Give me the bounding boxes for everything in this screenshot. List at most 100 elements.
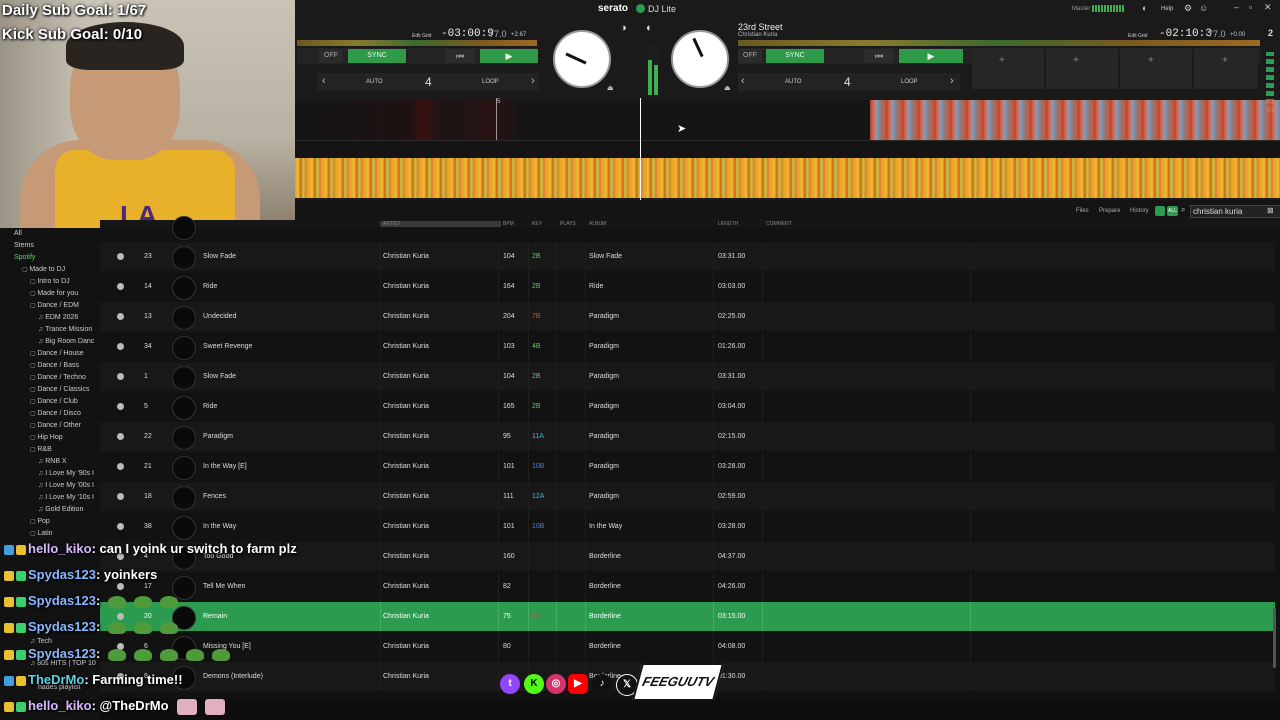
sidebar-item-80s-hits[interactable]: 80s HITS | TOP 10 bbox=[30, 660, 96, 667]
deck-right-off-button[interactable]: OFF bbox=[738, 49, 762, 63]
deck-left-overview[interactable] bbox=[297, 40, 537, 46]
table-row[interactable]: 38 In the Way Christian Kuria 101 10B In the … bbox=[100, 512, 1275, 541]
all-filter-button[interactable]: ALL bbox=[1167, 206, 1178, 216]
deck-left-eject-icon[interactable]: ⏏ bbox=[607, 84, 614, 92]
deck-right-play-button[interactable]: ▶ bbox=[899, 49, 963, 63]
track-key: 12A bbox=[532, 493, 545, 500]
waveform-deck-right[interactable] bbox=[295, 158, 1280, 198]
sidebar-item-dance-edm[interactable]: Dance / EDM bbox=[30, 302, 79, 309]
help-menu[interactable]: Help bbox=[1161, 6, 1173, 12]
deck-right-edit-grid[interactable]: Edit Grid bbox=[1128, 33, 1147, 39]
deck-right-loop-next-icon[interactable]: › bbox=[950, 75, 954, 87]
deck-left-loop[interactable]: LOOP bbox=[482, 79, 499, 85]
deck-right-auto[interactable]: AUTO bbox=[785, 79, 802, 85]
waveform-deck-right-upper[interactable] bbox=[870, 100, 1280, 140]
sidebar-item-all[interactable]: All bbox=[14, 230, 22, 237]
col-plays[interactable]: PLAYS bbox=[560, 221, 576, 227]
sidebar-item-00s[interactable]: I Love My '00s I bbox=[38, 482, 94, 489]
prepare-button[interactable]: Prepare bbox=[1099, 208, 1120, 214]
deck-right-loop-prev-icon[interactable]: ‹ bbox=[741, 75, 745, 87]
sidebar-item-made-to-dj[interactable]: Made to DJ bbox=[22, 266, 65, 273]
minimize-icon[interactable]: – bbox=[1234, 2, 1239, 12]
sidebar-item-dance-house[interactable]: Dance / House bbox=[30, 350, 83, 357]
hotcue-add-icon-1[interactable]: + bbox=[999, 55, 1005, 66]
sidebar-item-90s[interactable]: I Love My '90s I bbox=[38, 470, 94, 477]
chat-text: : yoinkers bbox=[95, 567, 158, 582]
col-comment[interactable]: COMMENT bbox=[766, 221, 792, 227]
table-row[interactable]: 22 Paradigm Christian Kuria 95 11A Paradigm 02… bbox=[100, 422, 1275, 451]
close-icon[interactable]: ✕ bbox=[1264, 2, 1272, 13]
sidebar-item-big-room[interactable]: Big Room Danc bbox=[38, 338, 94, 345]
sidebar-item-dance-other[interactable]: Dance / Other bbox=[30, 422, 81, 429]
sidebar-item-latin[interactable]: Latin bbox=[30, 530, 52, 537]
table-row[interactable]: 6 Missing You [E] Christian Kuria 80 Borderl… bbox=[100, 632, 1275, 661]
waveform-deck-left[interactable] bbox=[295, 100, 870, 140]
clear-search-icon[interactable]: ⊠ bbox=[1267, 206, 1274, 215]
col-length[interactable]: LENGTH bbox=[718, 221, 738, 227]
table-row[interactable]: 17 Tell Me When Christian Kuria 82 Borderlin… bbox=[100, 572, 1275, 601]
deck-left-loop-next-icon[interactable]: › bbox=[531, 75, 535, 87]
sidebar-item-trance-mission[interactable]: Trance Mission bbox=[38, 326, 92, 333]
sidebar-item-dance-disco[interactable]: Dance / Disco bbox=[30, 410, 81, 417]
sidebar-item-spotify[interactable]: Spotify bbox=[14, 254, 35, 261]
deck-right-platter[interactable] bbox=[671, 30, 729, 88]
sidebar-item-stems[interactable]: Stems bbox=[14, 242, 34, 249]
hotcue-add-icon-3[interactable]: + bbox=[1148, 55, 1154, 66]
hotcue-add-icon-2[interactable]: + bbox=[1073, 55, 1079, 66]
col-album[interactable]: ALBUM bbox=[589, 221, 606, 227]
sidebar-item-hip-hop[interactable]: Hip Hop bbox=[30, 434, 62, 441]
sidebar-item-rnb-x[interactable]: RNB X bbox=[38, 458, 66, 465]
sidebar-item-gold-edition[interactable]: Gold Edition bbox=[38, 506, 83, 513]
table-row[interactable]: 1 Slow Fade Christian Kuria 104 2B Paradigm 03… bbox=[100, 362, 1275, 391]
table-row-partial[interactable] bbox=[100, 216, 1275, 242]
sidebar-item-dance-classics[interactable]: Dance / Classics bbox=[30, 386, 89, 393]
table-scrollbar[interactable] bbox=[1273, 608, 1276, 668]
deck-right-overview[interactable] bbox=[738, 40, 1260, 46]
table-row[interactable]: 13 Undecided Christian Kuria 204 7B Paradigm 0… bbox=[100, 302, 1275, 331]
sidebar-item-made-for-you[interactable]: Made for you bbox=[30, 290, 78, 297]
deck-left-edit-grid[interactable]: Edit Grid bbox=[412, 33, 431, 39]
hotcue-add-icon-4[interactable]: + bbox=[1222, 55, 1228, 66]
track-length: 03:15.00 bbox=[718, 613, 746, 620]
deck-left-sync-button[interactable]: SYNC bbox=[348, 49, 406, 63]
col-bpm[interactable]: BPM bbox=[503, 221, 514, 227]
col-key[interactable]: KEY bbox=[532, 221, 542, 227]
power-icon[interactable]: ◐ bbox=[1142, 3, 1147, 13]
table-row[interactable]: 34 Sweet Revenge Christian Kuria 103 4B Parad… bbox=[100, 332, 1275, 361]
history-button[interactable]: History bbox=[1130, 208, 1149, 214]
deck-right-loop[interactable]: LOOP bbox=[901, 79, 918, 85]
deck-right-eject-icon[interactable]: ⏏ bbox=[724, 84, 731, 92]
deck-right-cue-button[interactable]: ⏮ bbox=[864, 49, 894, 63]
table-row[interactable]: 14 Ride Christian Kuria 164 2B Ride 03:03.00 bbox=[100, 272, 1275, 301]
table-row[interactable]: 5 Ride Christian Kuria 165 2B Paradigm 03:04.0… bbox=[100, 392, 1275, 421]
sidebar-item-dance-bass[interactable]: Dance / Bass bbox=[30, 362, 79, 369]
deck-left-loop-prev-icon[interactable]: ‹ bbox=[322, 75, 326, 87]
deck-left-sync-icon[interactable]: ◑ bbox=[620, 22, 627, 34]
sidebar-item-pop[interactable]: Pop bbox=[30, 518, 49, 525]
deck-right-sync-button[interactable]: SYNC bbox=[766, 49, 824, 63]
table-row[interactable]: 23 Slow Fade Christian Kuria 104 2B Slow Fade… bbox=[100, 242, 1275, 271]
sidebar-item-intro-to-dj[interactable]: Intro to DJ bbox=[30, 278, 69, 285]
deck-left-play-button[interactable]: ▶ bbox=[480, 49, 538, 63]
deck-left-off-button[interactable]: OFF bbox=[319, 49, 343, 63]
table-row[interactable]: 21 In the Way [E] Christian Kuria 101 10B Par… bbox=[100, 452, 1275, 481]
sidebar-item-rnb[interactable]: R&B bbox=[30, 446, 51, 453]
spotify-filter-icon[interactable] bbox=[1155, 206, 1165, 216]
deck-left-auto[interactable]: AUTO bbox=[366, 79, 383, 85]
gear-icon[interactable]: ⚙ bbox=[1184, 3, 1192, 14]
sidebar-item-dance-techno[interactable]: Dance / Techno bbox=[30, 374, 86, 381]
files-button[interactable]: Files bbox=[1076, 208, 1089, 214]
table-row[interactable]: 20 Remain Christian Kuria 75 8A Borderline 03:… bbox=[100, 602, 1275, 631]
album-art bbox=[172, 516, 196, 540]
col-artist[interactable]: ARTIST bbox=[380, 221, 501, 227]
table-row[interactable]: 18 Fences Christian Kuria 111 12A Paradigm 02:… bbox=[100, 482, 1275, 511]
deck-right-hotcue-pads[interactable] bbox=[972, 49, 1258, 89]
maximize-icon[interactable]: ▫ bbox=[1249, 2, 1252, 12]
sidebar-item-dance-club[interactable]: Dance / Club bbox=[30, 398, 77, 405]
deck-left-cue-button[interactable]: ⏮ bbox=[445, 49, 475, 63]
user-icon[interactable]: ☺ bbox=[1199, 3, 1208, 13]
sidebar-item-10s[interactable]: I Love My '10s I bbox=[38, 494, 94, 501]
deck-right-sync-icon[interactable]: ◐ bbox=[646, 22, 653, 34]
sidebar-item-edm-2026[interactable]: EDM 2026 bbox=[38, 314, 78, 321]
sidebar-item-tech[interactable]: Tech bbox=[30, 638, 52, 645]
